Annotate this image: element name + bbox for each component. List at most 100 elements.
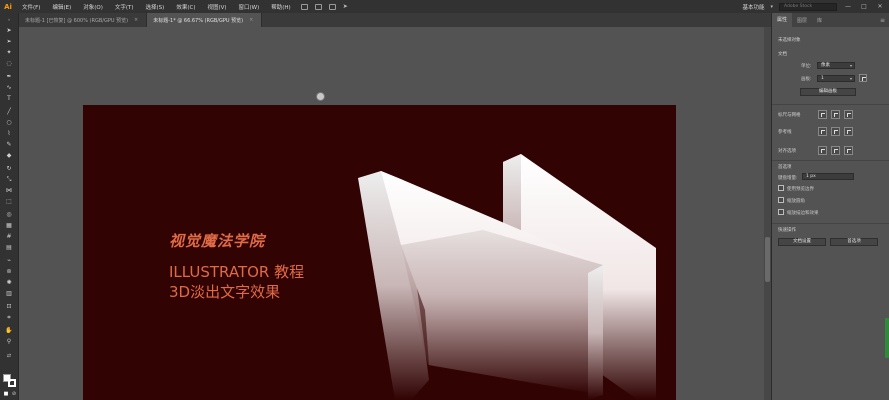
snap-to-pixel-icon[interactable] xyxy=(844,146,853,155)
menu-type[interactable]: 文字(T) xyxy=(109,3,140,11)
none-color-icon[interactable]: ⊘ xyxy=(10,391,18,398)
maximize-button[interactable]: □ xyxy=(859,3,869,10)
symbol-sprayer-tool-icon[interactable]: ✺ xyxy=(5,279,13,286)
document-section-title: 文档 xyxy=(778,52,787,57)
workspace-switcher[interactable]: 基本功能 xyxy=(742,3,764,11)
artboard-dropdown[interactable]: 1 ▾ xyxy=(817,75,855,82)
menu-effect[interactable]: 效果(C) xyxy=(170,3,201,11)
scale-strokes-effects-checkbox[interactable] xyxy=(778,209,784,215)
snap-to-point-icon[interactable] xyxy=(818,146,827,155)
selection-tool-icon[interactable]: ➤ xyxy=(5,27,13,34)
section-divider xyxy=(772,223,889,224)
menu-file[interactable]: 文件(F) xyxy=(16,3,46,11)
menu-icon-group: ➤ xyxy=(300,3,348,10)
show-rulers-icon[interactable] xyxy=(818,110,827,119)
3d-letter-a-artwork[interactable] xyxy=(83,105,676,400)
magic-wand-tool-icon[interactable]: ✦ xyxy=(5,49,13,56)
keyboard-increment-input[interactable]: 1 px xyxy=(802,173,854,180)
tab-layers[interactable]: 图层 xyxy=(792,17,812,24)
canvas-area[interactable]: 视觉魔法学院 ILLUSTRATOR 教程 3D淡出文字效果 xyxy=(19,27,764,400)
transparency-grid-icon[interactable] xyxy=(844,110,853,119)
shaper-tool-icon[interactable]: ✎ xyxy=(5,141,13,148)
lock-guides-icon[interactable] xyxy=(831,127,840,136)
minimize-button[interactable]: — xyxy=(843,3,853,10)
preview-bounds-checkbox[interactable] xyxy=(778,185,784,191)
units-label: 单位: xyxy=(801,64,812,69)
menu-select[interactable]: 选择(S) xyxy=(140,3,171,11)
gpu-performance-icon[interactable] xyxy=(328,3,336,10)
menu-object[interactable]: 对象(O) xyxy=(77,3,109,11)
artboard-options-icon[interactable] xyxy=(859,74,867,82)
eyedropper-tool-icon[interactable]: ⌁ xyxy=(5,257,13,264)
paintbrush-tool-icon[interactable]: ⌇ xyxy=(5,130,13,137)
canvas-vertical-scrollbar[interactable] xyxy=(764,27,771,400)
document-setup-button[interactable]: 文档设置 xyxy=(778,238,826,246)
scale-tool-icon[interactable]: ⤡ xyxy=(5,176,13,183)
menu-view[interactable]: 视图(V) xyxy=(201,3,232,11)
close-tab-icon[interactable]: × xyxy=(249,17,253,23)
artboard-value: 1 xyxy=(821,76,824,81)
mesh-tool-icon[interactable]: # xyxy=(5,233,13,240)
workspace-layout-icon[interactable] xyxy=(314,3,322,10)
swap-colors-icon[interactable]: ⇄ xyxy=(5,353,13,360)
slice-tool-icon[interactable]: ⌗ xyxy=(5,314,13,321)
menu-window[interactable]: 窗口(W) xyxy=(233,3,266,11)
close-tab-icon[interactable]: × xyxy=(134,17,138,23)
direct-selection-tool-icon[interactable]: ➢ xyxy=(5,38,13,45)
tab-label: 未标题-1 [已恢复] @ 600% (RGB/GPU 预览) xyxy=(25,17,129,24)
smart-guides-icon[interactable] xyxy=(844,127,853,136)
eraser-tool-icon[interactable]: ◆ xyxy=(5,152,13,159)
curvature-tool-icon[interactable]: ∿ xyxy=(5,84,13,91)
artboard-tool-icon[interactable]: ⊡ xyxy=(5,303,13,310)
free-transform-tool-icon[interactable]: ⬚ xyxy=(5,198,13,205)
tab-document-1[interactable]: 未标题-1 [已恢复] @ 600% (RGB/GPU 预览) × xyxy=(19,13,148,27)
rotate-tool-icon[interactable]: ↻ xyxy=(5,165,13,172)
edit-artboards-button[interactable]: 编辑画板 xyxy=(800,88,856,96)
pen-tool-icon[interactable]: ✒ xyxy=(5,73,13,80)
scrollbar-thumb[interactable] xyxy=(765,237,770,282)
snap-to-grid-icon[interactable] xyxy=(831,146,840,155)
units-dropdown[interactable]: 像素 ▾ xyxy=(817,62,855,69)
perspective-grid-tool-icon[interactable]: ▦ xyxy=(5,222,13,229)
shape-builder-tool-icon[interactable]: ◎ xyxy=(5,211,13,218)
type-tool-icon[interactable]: T xyxy=(5,95,13,102)
gradient-tool-icon[interactable]: ▤ xyxy=(5,244,13,251)
menu-help[interactable]: 帮助(H) xyxy=(265,3,296,11)
panel-menu-icon[interactable]: ≡ xyxy=(880,17,889,24)
column-graph-tool-icon[interactable]: ▥ xyxy=(5,290,13,297)
width-tool-icon[interactable]: ⋈ xyxy=(5,187,13,194)
fill-stroke-swatches[interactable] xyxy=(3,374,16,387)
close-window-button[interactable]: ✕ xyxy=(875,3,885,10)
arrange-documents-icon[interactable] xyxy=(300,3,308,10)
tab-document-2[interactable]: 未标题-1* @ 66.67% (RGB/GPU 预览) × xyxy=(147,13,263,27)
preview-bounds-label: 使用预览边界 xyxy=(787,187,814,192)
show-grid-icon[interactable] xyxy=(831,110,840,119)
stock-search-input[interactable]: Adobe Stock xyxy=(779,2,837,11)
panel-scroll-indicator[interactable] xyxy=(885,318,889,358)
zoom-tool-icon[interactable]: ⚲ xyxy=(5,338,13,345)
artboard[interactable]: 视觉魔法学院 ILLUSTRATOR 教程 3D淡出文字效果 xyxy=(83,105,676,400)
preferences-section-title: 首选项 xyxy=(778,165,792,170)
artboard-title: 视觉魔法学院 xyxy=(169,232,266,250)
tab-properties[interactable]: 属性 xyxy=(772,13,793,27)
blend-tool-icon[interactable]: ⊚ xyxy=(5,268,13,275)
tab-libraries[interactable]: 库 xyxy=(812,17,827,24)
scale-corners-checkbox[interactable] xyxy=(778,197,784,203)
line-tool-icon[interactable]: ╱ xyxy=(5,108,13,115)
hand-tool-icon[interactable]: ✋ xyxy=(5,327,13,334)
color-mode-icon[interactable]: ■ xyxy=(2,391,10,398)
guides-section-title: 参考线 xyxy=(778,130,792,135)
ellipse-tool-icon[interactable]: ○ xyxy=(5,119,13,126)
show-guides-icon[interactable] xyxy=(818,127,827,136)
menu-bar: Ai 文件(F) 编辑(E) 对象(O) 文字(T) 选择(S) 效果(C) 视… xyxy=(0,0,889,13)
lasso-tool-icon[interactable]: ◌ xyxy=(5,60,13,67)
preferences-button[interactable]: 首选项 xyxy=(830,238,878,246)
send-icon[interactable]: ➤ xyxy=(343,3,348,10)
tab-label: 未标题-1* @ 66.67% (RGB/GPU 预览) xyxy=(153,17,244,24)
stroke-swatch[interactable] xyxy=(8,379,16,387)
menu-edit[interactable]: 编辑(E) xyxy=(46,3,77,11)
toolbar-grip-icon: » xyxy=(7,17,11,22)
panel-tabs: 属性 图层 库 ≡ xyxy=(772,13,889,27)
units-value: 像素 xyxy=(821,63,830,68)
chevron-down-icon: ▾ xyxy=(770,3,773,10)
